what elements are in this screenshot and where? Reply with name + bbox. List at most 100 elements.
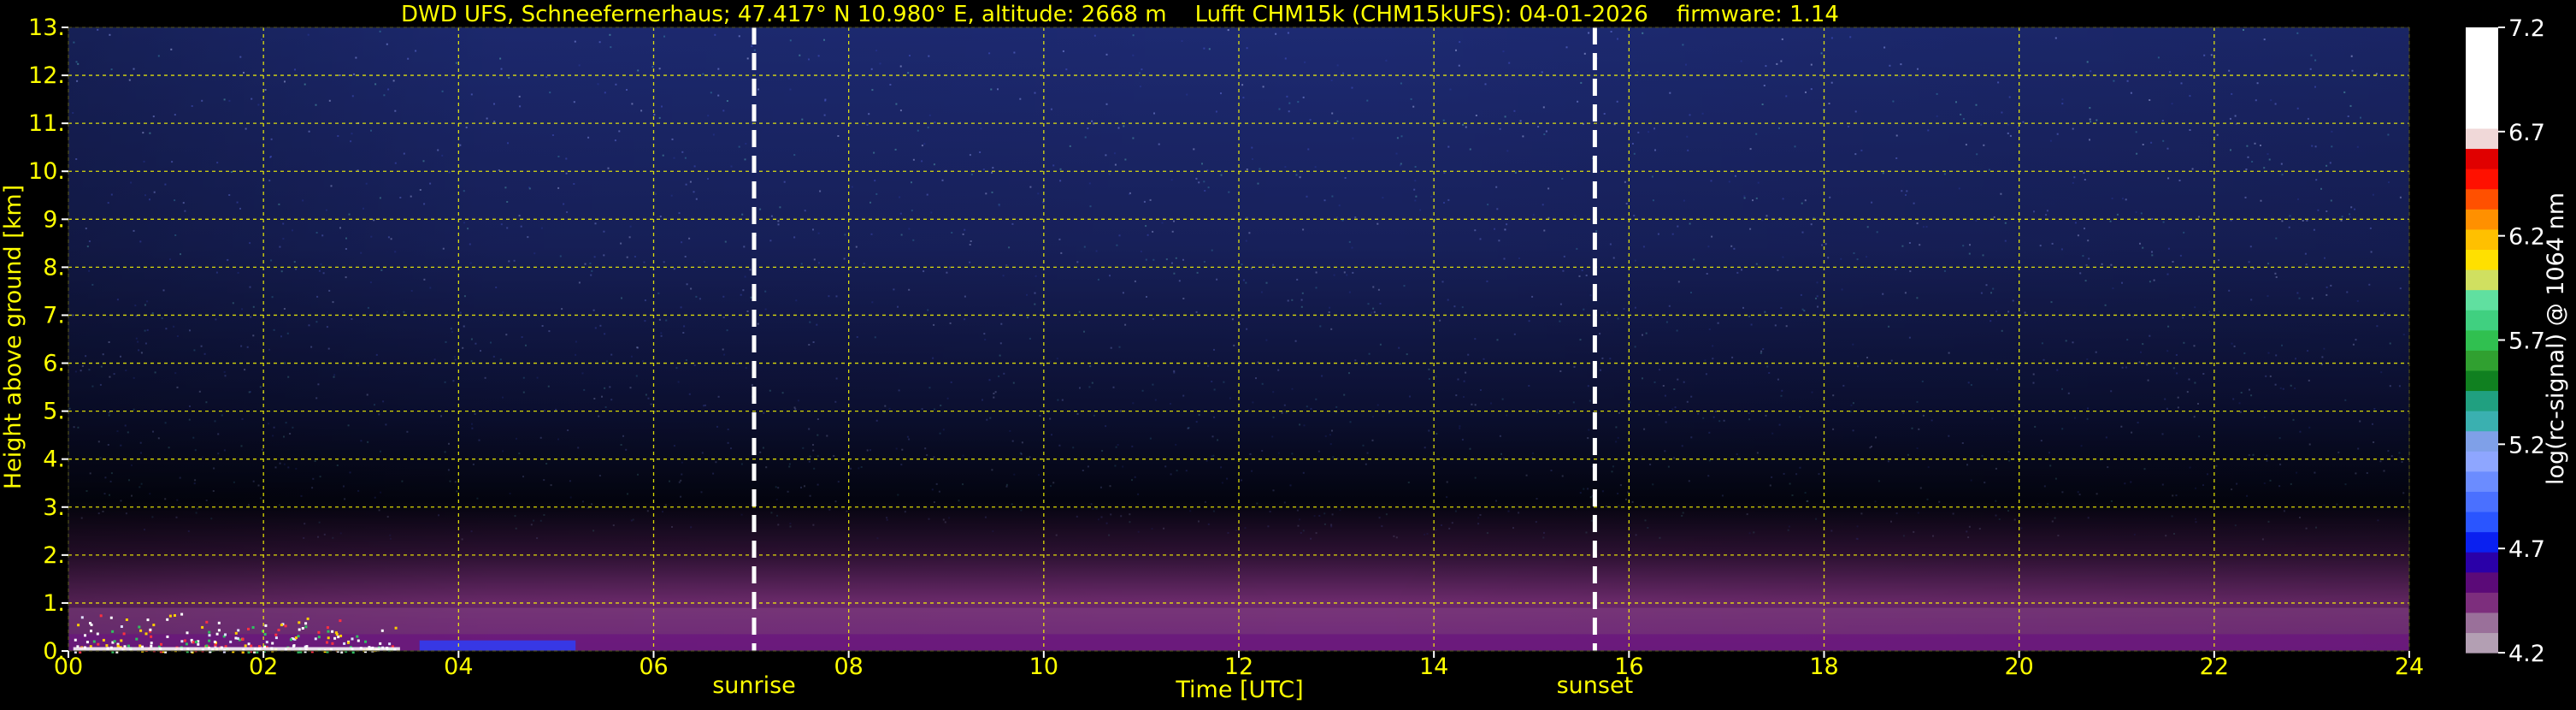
low-cloud-return	[326, 626, 329, 630]
speckle-dot	[549, 92, 551, 94]
speckle-dot	[1399, 164, 1401, 167]
speckle-dot	[2349, 216, 2352, 218]
speckle-dot	[1005, 264, 1008, 266]
speckle-dot	[505, 334, 508, 336]
y-tick-label: 13.	[28, 15, 65, 41]
speckle-dot	[1095, 507, 1098, 510]
speckle-dot	[2090, 121, 2092, 123]
speckle-dot	[289, 433, 292, 435]
speckle-dot	[1871, 201, 1873, 204]
speckle-dot	[1905, 194, 1907, 196]
speckle-dot	[320, 263, 322, 265]
speckle-dot	[2236, 482, 2238, 485]
speckle-dot	[545, 76, 548, 79]
speckle-dot	[1528, 320, 1530, 322]
speckle-dot	[1212, 510, 1215, 512]
speckle-dot	[693, 165, 696, 168]
speckle-dot	[1256, 502, 1259, 505]
speckle-dot	[837, 481, 840, 483]
speckle-dot	[257, 104, 260, 106]
speckle-dot	[557, 438, 559, 441]
speckle-dot	[1112, 386, 1115, 388]
speckle-dot	[389, 534, 392, 536]
speckle-dot	[1149, 437, 1152, 440]
speckle-dot	[471, 427, 474, 429]
speckle-dot	[2043, 358, 2045, 361]
speckle-dot	[1196, 271, 1199, 274]
speckle-dot	[527, 236, 529, 239]
speckle-dot	[1635, 534, 1637, 536]
speckle-dot	[740, 513, 743, 516]
speckle-dot	[1265, 339, 1268, 341]
speckle-dot	[1995, 500, 1997, 502]
speckle-dot	[1058, 238, 1061, 240]
speckle-dot	[1314, 166, 1317, 169]
speckle-dot	[2166, 407, 2168, 410]
speckle-dot	[1576, 247, 1578, 250]
speckle-dot	[2251, 161, 2254, 163]
speckle-dot	[583, 388, 586, 391]
speckle-dot	[777, 524, 780, 526]
speckle-dot	[2290, 412, 2293, 415]
speckle-dot	[108, 411, 110, 414]
speckle-dot	[191, 105, 193, 107]
speckle-dot	[1329, 434, 1331, 436]
speckle-dot	[730, 447, 732, 450]
speckle-dot	[770, 215, 773, 217]
speckle-dot	[287, 376, 290, 378]
speckle-dot	[1246, 169, 1248, 170]
speckle-dot	[1686, 400, 1689, 403]
speckle-dot	[1275, 33, 1277, 35]
speckle-dot	[480, 350, 481, 352]
speckle-dot	[1246, 216, 1248, 219]
speckle-dot	[1916, 447, 1919, 450]
speckle-dot	[294, 68, 296, 71]
speckle-dot	[587, 136, 590, 139]
speckle-dot	[2229, 117, 2231, 120]
speckle-dot	[964, 318, 966, 321]
speckle-dot	[2266, 454, 2268, 457]
speckle-dot	[2399, 287, 2402, 290]
speckle-dot	[1060, 251, 1063, 254]
speckle-dot	[2161, 120, 2164, 122]
speckle-dot	[1587, 488, 1589, 490]
speckle-dot	[528, 186, 530, 189]
speckle-dot	[1840, 257, 1842, 260]
speckle-dot	[1990, 292, 1992, 294]
speckle-dot	[736, 363, 739, 364]
speckle-dot	[1388, 411, 1390, 414]
speckle-dot	[1105, 425, 1107, 428]
speckle-dot	[91, 283, 94, 286]
speckle-dot	[1414, 180, 1417, 182]
y-tick-label: 2.	[43, 542, 65, 569]
speckle-dot	[1246, 328, 1248, 330]
speckle-dot	[1348, 240, 1351, 243]
speckle-dot	[1367, 303, 1370, 305]
speckle-dot	[998, 204, 1000, 207]
speckle-dot	[349, 471, 351, 474]
speckle-dot	[561, 308, 563, 311]
speckle-dot	[1242, 97, 1245, 99]
speckle-dot	[614, 139, 616, 142]
speckle-dot	[781, 392, 784, 394]
speckle-dot	[1291, 388, 1294, 390]
speckle-dot	[433, 358, 436, 361]
speckle-dot	[2084, 228, 2085, 230]
speckle-dot	[1916, 222, 1919, 225]
speckle-dot	[318, 521, 321, 524]
speckle-dot	[1413, 188, 1416, 191]
speckle-dot	[2350, 55, 2353, 57]
speckle-dot	[716, 425, 718, 428]
speckle-dot	[1248, 232, 1251, 234]
speckle-dot	[360, 440, 363, 442]
speckle-dot	[673, 268, 675, 270]
speckle-dot	[1302, 96, 1305, 98]
speckle-dot	[1543, 531, 1545, 534]
speckle-dot	[1995, 467, 1997, 470]
speckle-dot	[452, 380, 455, 382]
speckle-dot	[133, 408, 135, 411]
speckle-dot	[645, 393, 647, 396]
speckle-dot	[1091, 382, 1093, 384]
speckle-dot	[2000, 192, 2002, 195]
speckle-dot	[1303, 424, 1306, 427]
